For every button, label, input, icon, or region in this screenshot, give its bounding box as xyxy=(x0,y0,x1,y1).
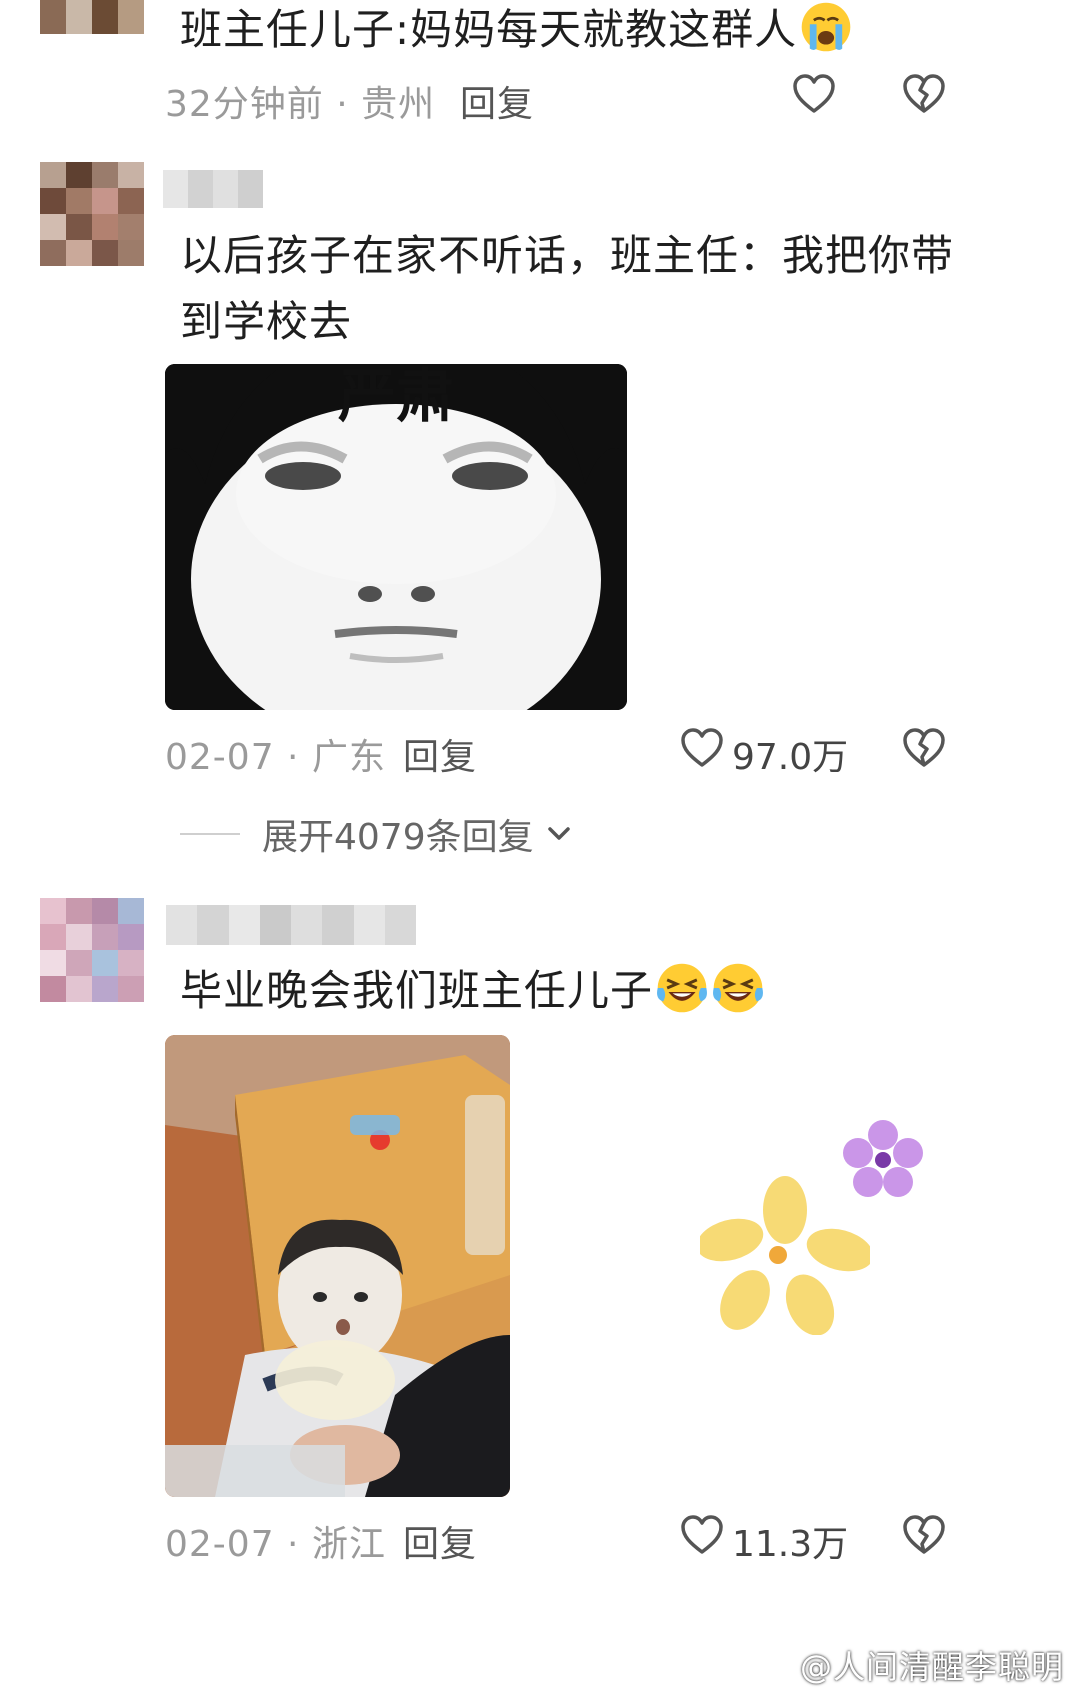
comment-2-reply-button[interactable]: 回复 xyxy=(403,728,477,780)
comment-3-text: 毕业晚会我们班主任儿子 xyxy=(180,955,765,1027)
crying-face-icon xyxy=(801,2,851,52)
heart-icon[interactable] xyxy=(678,724,726,772)
comment-2-text-line1: 以后孩子在家不听话，班主任：我把你带 xyxy=(180,231,955,280)
comment-2-time-location: 02-07 · 广东 xyxy=(165,737,386,778)
expand-divider xyxy=(180,833,240,835)
avatar-comment-3[interactable] xyxy=(40,898,144,1002)
meme-caption: 严肃 xyxy=(338,364,454,430)
expand-replies-button[interactable]: 展开4079条回复 xyxy=(180,808,576,860)
username-comment-3[interactable] xyxy=(166,905,416,945)
broken-heart-icon[interactable] xyxy=(900,724,948,772)
comment-2-like-count: 97.0万 xyxy=(732,737,849,778)
comment-3-time-location: 02-07 · 浙江 xyxy=(165,1524,386,1565)
comment-3-like-count: 11.3万 xyxy=(732,1524,849,1565)
serious-face-meme: 严肃 xyxy=(165,364,627,710)
broken-heart-icon[interactable] xyxy=(900,1511,948,1559)
username-comment-2[interactable] xyxy=(163,170,263,208)
expand-replies-label: 展开4079条回复 xyxy=(262,817,534,858)
classroom-photo xyxy=(165,1035,510,1497)
comment-2-meme-image[interactable]: 严肃 xyxy=(165,364,627,710)
comment-3-reply-button[interactable]: 回复 xyxy=(403,1515,477,1567)
laughing-tears-face-icon xyxy=(657,963,707,1013)
weibo-watermark: @人间清醒李聪明 xyxy=(799,1648,1064,1686)
comment-1-reply-button[interactable]: 回复 xyxy=(460,75,534,127)
avatar-comment-2[interactable] xyxy=(40,162,144,266)
comment-1-text: 班主任儿子:妈妈每天就教这群人 xyxy=(180,0,853,66)
heart-icon[interactable] xyxy=(790,70,838,118)
comment-2-text-line2: 到学校去 xyxy=(180,297,353,346)
comment-3-photo[interactable] xyxy=(165,1035,510,1497)
avatar-comment-1[interactable] xyxy=(40,0,144,34)
heart-icon[interactable] xyxy=(678,1511,726,1559)
purple-flower-decoration xyxy=(843,1120,923,1197)
comment-1-time-location: 32分钟前 · 贵州 xyxy=(165,84,436,125)
chevron-down-icon xyxy=(547,827,570,840)
laughing-tears-face-icon xyxy=(713,963,763,1013)
broken-heart-icon[interactable] xyxy=(900,70,948,118)
